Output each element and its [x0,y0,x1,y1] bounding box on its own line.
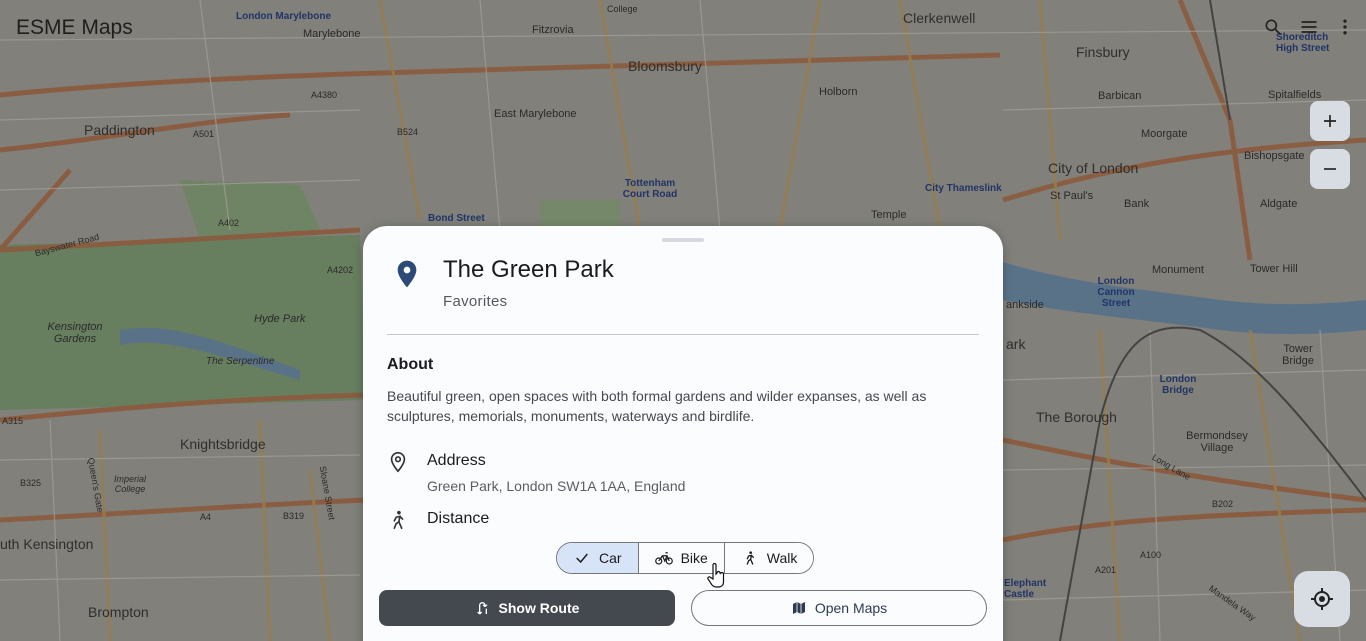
map-label: Clerkenwell [903,10,976,26]
map-label: Spitalfields [1268,89,1322,101]
map-label: ankside [1006,299,1044,311]
map-label: B319 [283,511,305,521]
open-maps-label: Open Maps [814,600,888,616]
map-label: London Cannon Street [1097,276,1135,309]
map-label: St Paul's [1050,190,1094,202]
map-label: Bloomsbury [628,58,702,74]
map-label: Hyde Park [254,313,306,325]
distance-label: Distance [427,510,490,527]
map-label: Marylebone [303,28,361,40]
map-label: Imperial College [113,474,146,494]
map-label: A100 [1140,550,1162,560]
map-label: A315 [2,416,24,426]
map-label: Bishopsgate [1244,150,1305,162]
map-label: A4380 [311,90,338,100]
map-label: Bank [1124,198,1150,210]
zoom-out-button[interactable] [1310,149,1350,189]
map-label: London Bridge [1159,374,1197,396]
menu-icon[interactable] [1298,16,1320,38]
map-label: B202 [1212,499,1234,509]
place-category: Favorites [443,293,508,310]
show-route-label: Show Route [498,600,580,616]
map-label: East Marylebone [494,108,577,120]
map-label: The Serpentine [206,356,275,367]
map-label: A402 [218,218,240,228]
map-label: Holborn [819,86,858,98]
map-label: Kensington Gardens [47,321,103,345]
mode-label: Bike [680,550,708,566]
my-location-button[interactable] [1294,571,1350,627]
map-label: Bond Street [428,213,485,224]
map-label: B524 [397,127,419,137]
place-bottom-sheet: The Green Park Favorites About Beautiful… [363,226,1003,641]
about-text: Beautiful green, open spaces with both f… [387,388,927,424]
map-label: A4202 [327,265,354,275]
map-label: Paddington [84,122,155,138]
bike-icon [654,549,673,567]
map-label: uth Kensington [0,536,94,552]
divider [387,334,979,335]
map-label: Brompton [88,604,149,620]
map-icon [792,602,805,614]
map-label: Tower Bridge [1282,343,1314,367]
more-vert-icon[interactable] [1334,16,1356,38]
app-title: ESME Maps [16,16,133,39]
open-maps-button[interactable]: Open Maps [691,590,987,626]
map-label: Knightsbridge [180,436,266,452]
walk-icon [741,549,759,567]
location-pin-icon [397,260,417,288]
mode-walk-button[interactable]: Walk [724,543,814,573]
about-heading: About [387,356,434,373]
address-label: Address [427,452,486,469]
map-label: Moorgate [1141,128,1188,140]
plus-icon [1324,115,1336,127]
map-label: Tottenham Court Road [622,178,678,200]
map-label: Aldgate [1260,198,1298,210]
travel-mode-selector: Car Bike Walk [556,542,815,574]
map-label: London Marylebone [236,11,331,22]
walk-icon [393,510,404,530]
search-icon[interactable] [1262,16,1284,38]
map-label: Tower Hill [1250,263,1298,275]
map-label: City Thameslink [925,183,1002,194]
map-label: City of London [1048,160,1139,176]
map-label: A501 [193,129,215,139]
mode-car-button[interactable]: Car [557,543,639,573]
minus-icon [1324,168,1336,170]
map-label: Barbican [1098,90,1142,102]
my-location-icon [1311,588,1333,610]
drag-handle[interactable] [662,238,704,242]
zoom-in-button[interactable] [1310,101,1350,141]
place-title: The Green Park [443,256,614,283]
map-label: Monument [1152,264,1204,276]
map-label: ark [1006,336,1026,352]
map-label: College [607,4,638,14]
mode-label: Car [599,550,622,566]
map-label: Finsbury [1076,44,1130,60]
map-label: A201 [1095,565,1117,575]
map-label: Temple [871,209,907,221]
map-label: Bermondsey Village [1186,430,1248,454]
top-toolbar [1262,16,1356,38]
map-label: The Borough [1036,409,1117,425]
map-label: A4 [200,512,212,522]
mode-label: Walk [766,550,798,566]
address-pin-icon [390,452,406,473]
map-label: Elephant Castle [1004,578,1047,600]
address-value: Green Park, London SW1A 1AA, England [427,478,686,494]
hand-cursor-icon [707,563,725,588]
show-route-button[interactable]: Show Route [379,590,675,626]
check-icon [573,549,591,567]
map-label: B325 [20,478,42,488]
map-label: Fitzrovia [532,24,574,36]
route-icon [476,602,488,615]
